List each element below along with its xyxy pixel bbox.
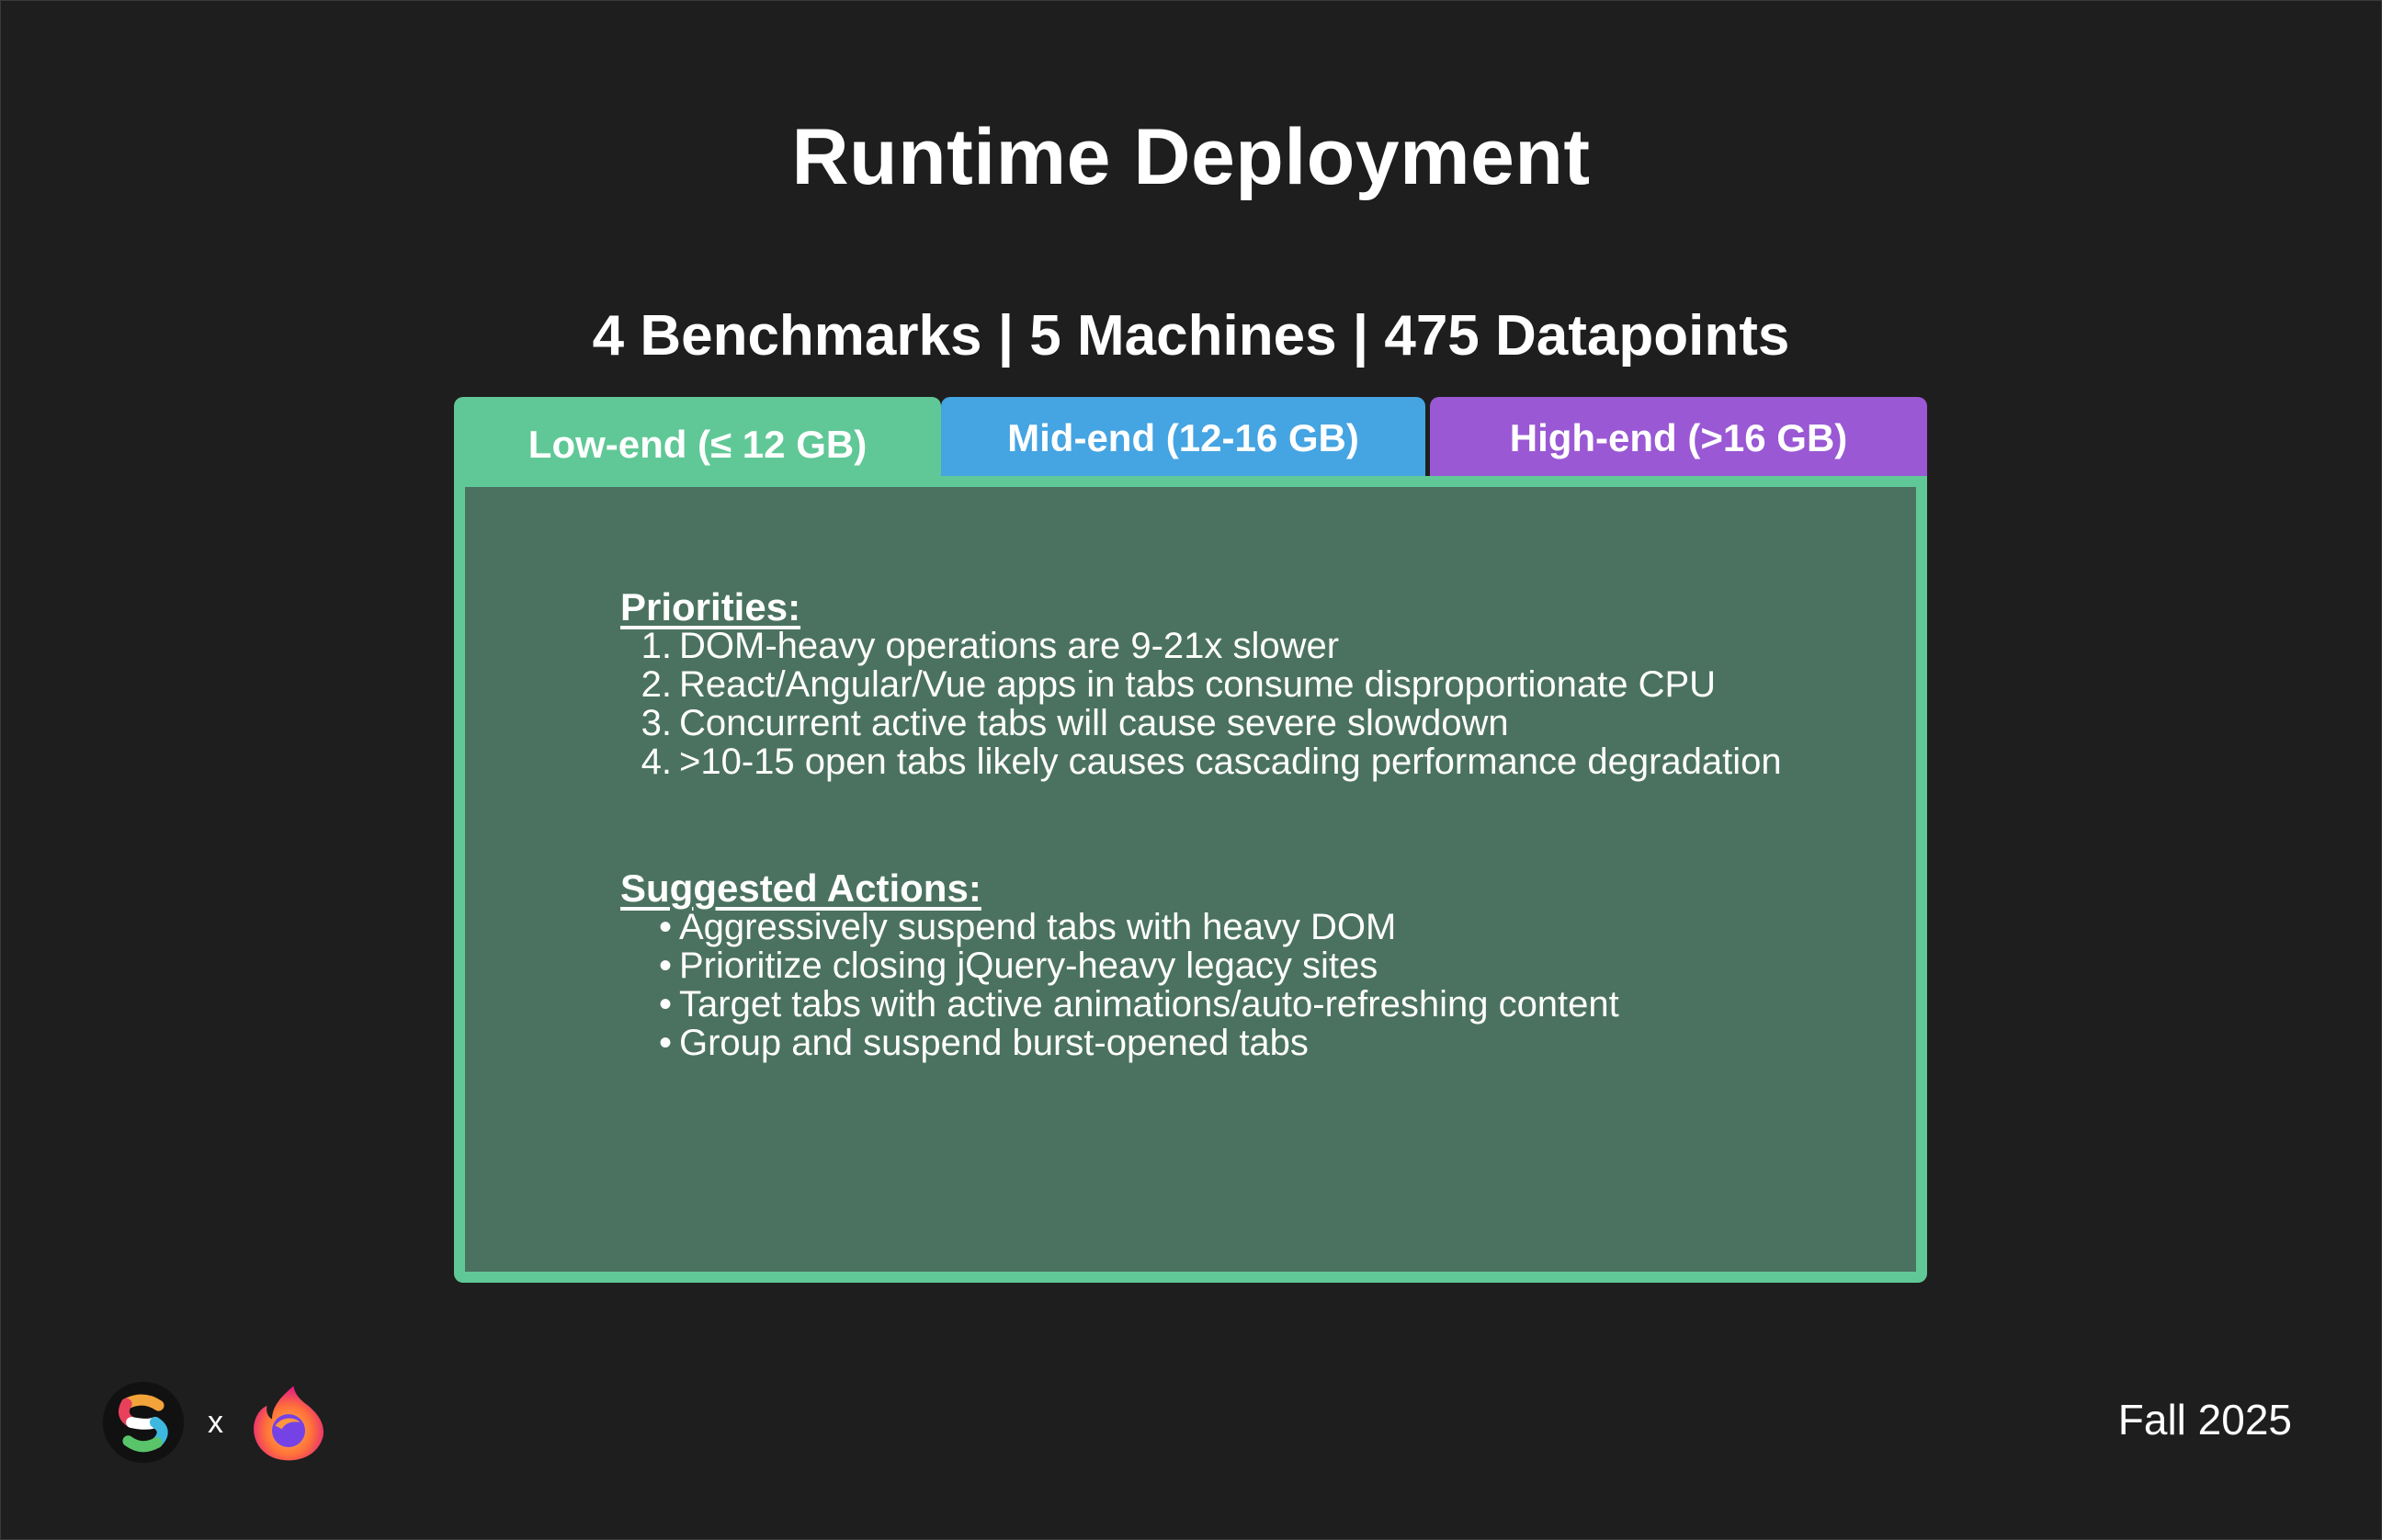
list-item: • Prioritize closing jQuery-heavy legacy… [620, 946, 1815, 985]
logo-separator: x [208, 1404, 223, 1440]
tab-panel-low-end: Priorities: 1. DOM-heavy operations are … [454, 476, 1927, 1283]
list-item-text: >10-15 open tabs likely causes cascading… [679, 742, 1782, 782]
bullet-marker: • [658, 946, 672, 986]
list-item: • Target tabs with active animations/aut… [620, 985, 1815, 1024]
list-item-text: DOM-heavy operations are 9-21x slower [679, 626, 1340, 666]
list-item-text: Prioritize closing jQuery-heavy legacy s… [679, 946, 1378, 986]
list-item-text: Target tabs with active animations/auto-… [679, 984, 1619, 1025]
actions-block: Suggested Actions: • Aggressively suspen… [620, 866, 1815, 1063]
tab-mid-end[interactable]: Mid-end (12-16 GB) [941, 397, 1425, 480]
footer-logos: x [101, 1381, 330, 1464]
bullet-marker: • [658, 984, 672, 1025]
list-item: 3. Concurrent active tabs will cause sev… [620, 704, 1815, 742]
list-item: • Aggressively suspend tabs with heavy D… [620, 908, 1815, 946]
list-marker: 1. [641, 626, 672, 666]
priorities-heading: Priorities: [620, 585, 801, 628]
list-item: • Group and suspend burst-opened tabs [620, 1024, 1815, 1062]
list-item: 4. >10-15 open tabs likely causes cascad… [620, 742, 1815, 781]
actions-list: • Aggressively suspend tabs with heavy D… [620, 908, 1815, 1062]
footer-date: Fall 2025 [2117, 1396, 2292, 1444]
actions-heading: Suggested Actions: [620, 866, 981, 910]
tab-high-end[interactable]: High-end (>16 GB) [1430, 397, 1927, 480]
firefox-logo-icon [254, 1386, 324, 1461]
list-item: 1. DOM-heavy operations are 9-21x slower [620, 627, 1815, 665]
list-item-text: Concurrent active tabs will cause severe… [679, 703, 1509, 743]
bullet-marker: • [658, 907, 672, 947]
list-item: 2. React/Angular/Vue apps in tabs consum… [620, 665, 1815, 704]
list-marker: 2. [641, 664, 672, 705]
priorities-list: 1. DOM-heavy operations are 9-21x slower… [620, 627, 1815, 781]
list-marker: 3. [641, 703, 672, 743]
list-item-text: Aggressively suspend tabs with heavy DOM [679, 907, 1397, 947]
slide-title: Runtime Deployment [791, 113, 1591, 201]
list-item-text: React/Angular/Vue apps in tabs consume d… [679, 664, 1717, 705]
panel-content: Priorities: 1. DOM-heavy operations are … [620, 585, 1815, 1063]
colorful-s-logo-icon [102, 1381, 185, 1464]
bullet-marker: • [658, 1023, 672, 1063]
list-marker: 4. [641, 742, 672, 782]
tier-tabs: Low-end (≤ 12 GB) Mid-end (12-16 GB) Hig… [454, 397, 1927, 493]
list-item-text: Group and suspend burst-opened tabs [679, 1023, 1309, 1063]
slide-subtitle: 4 Benchmarks | 5 Machines | 475 Datapoin… [592, 304, 1790, 368]
